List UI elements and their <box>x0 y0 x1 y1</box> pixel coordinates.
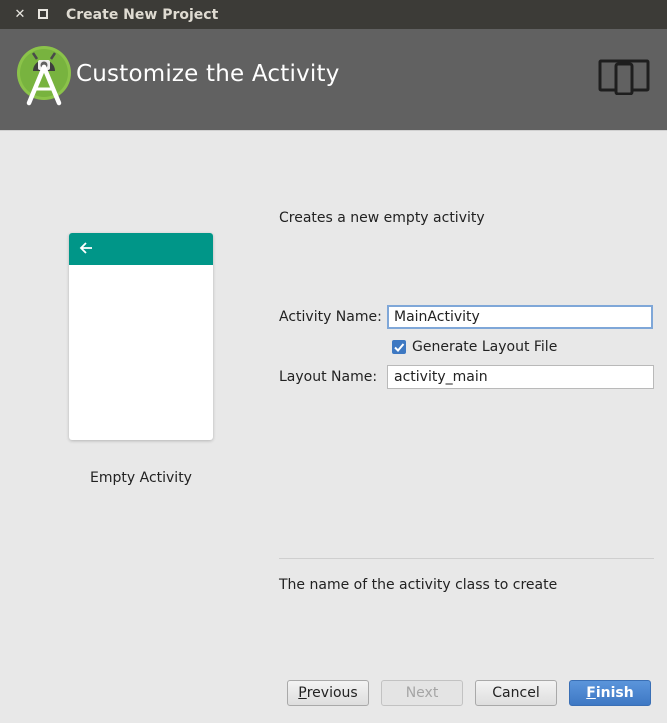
preview-toolbar <box>69 233 213 265</box>
device-form-factor-icon <box>598 59 650 95</box>
template-description: Creates a new empty activity <box>279 210 485 226</box>
next-button[interactable]: Next <box>381 680 463 706</box>
window-titlebar: ✕ Create New Project <box>0 0 667 29</box>
close-icon[interactable]: ✕ <box>11 5 29 23</box>
page-title: Customize the Activity <box>76 61 340 87</box>
previous-mnemonic: P <box>298 685 307 701</box>
activity-name-label: Activity Name: <box>279 309 382 325</box>
maximize-icon[interactable] <box>34 5 52 23</box>
previous-label: revious <box>306 685 358 701</box>
cancel-button[interactable]: Cancel <box>475 680 557 706</box>
layout-name-label: Layout Name: <box>279 369 378 385</box>
window-title: Create New Project <box>66 7 219 23</box>
template-name: Empty Activity <box>90 470 192 486</box>
generate-layout-checkbox[interactable] <box>392 340 406 354</box>
layout-name-field[interactable] <box>387 365 654 389</box>
generate-layout-label[interactable]: Generate Layout File <box>412 339 557 355</box>
help-divider <box>279 558 654 559</box>
wizard-header: Customize the Activity <box>0 29 667 130</box>
previous-button[interactable]: Previous <box>287 680 369 706</box>
activity-name-field[interactable] <box>387 305 653 329</box>
finish-mnemonic: F <box>586 685 596 701</box>
checkmark-icon <box>394 343 405 352</box>
finish-button[interactable]: Finish <box>569 680 651 706</box>
help-text: The name of the activity class to create <box>279 577 558 593</box>
header-divider <box>0 130 667 131</box>
back-arrow-icon <box>79 242 92 254</box>
activity-preview <box>69 233 213 440</box>
finish-label: inish <box>595 685 634 701</box>
android-studio-logo <box>17 46 71 106</box>
